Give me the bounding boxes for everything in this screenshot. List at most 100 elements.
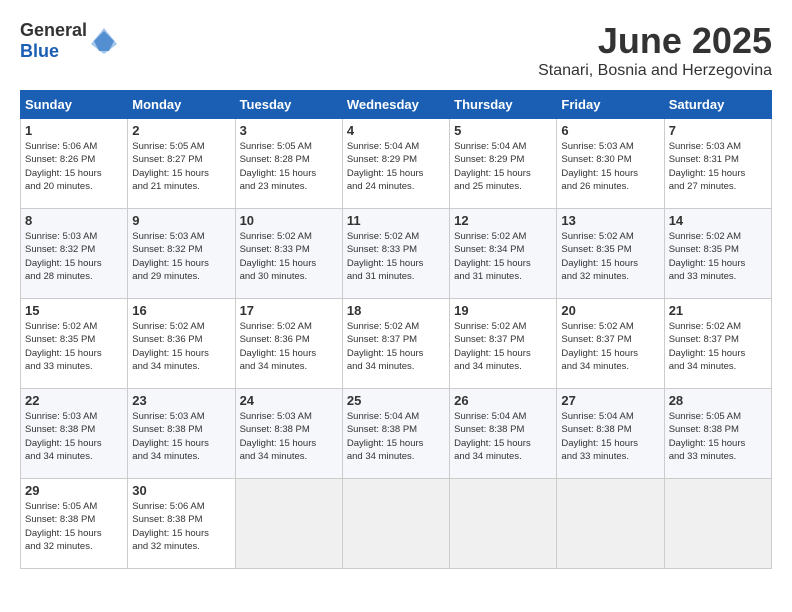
table-row: 27 Sunrise: 5:04 AM Sunset: 8:38 PM Dayl… xyxy=(557,389,664,479)
table-row: 20 Sunrise: 5:02 AM Sunset: 8:37 PM Dayl… xyxy=(557,299,664,389)
day-info: Sunrise: 5:05 AM Sunset: 8:38 PM Dayligh… xyxy=(25,500,123,553)
table-row: 22 Sunrise: 5:03 AM Sunset: 8:38 PM Dayl… xyxy=(21,389,128,479)
day-info: Sunrise: 5:04 AM Sunset: 8:29 PM Dayligh… xyxy=(454,140,552,193)
day-info: Sunrise: 5:02 AM Sunset: 8:34 PM Dayligh… xyxy=(454,230,552,283)
day-number: 24 xyxy=(240,393,338,408)
day-info: Sunrise: 5:02 AM Sunset: 8:36 PM Dayligh… xyxy=(132,320,230,373)
day-info: Sunrise: 5:04 AM Sunset: 8:38 PM Dayligh… xyxy=(561,410,659,463)
table-row: 29 Sunrise: 5:05 AM Sunset: 8:38 PM Dayl… xyxy=(21,479,128,569)
table-row xyxy=(342,479,449,569)
table-row: 6 Sunrise: 5:03 AM Sunset: 8:30 PM Dayli… xyxy=(557,119,664,209)
header-row: Sunday Monday Tuesday Wednesday Thursday… xyxy=(21,91,772,119)
col-thursday: Thursday xyxy=(450,91,557,119)
day-info: Sunrise: 5:02 AM Sunset: 8:37 PM Dayligh… xyxy=(347,320,445,373)
day-info: Sunrise: 5:04 AM Sunset: 8:29 PM Dayligh… xyxy=(347,140,445,193)
day-number: 22 xyxy=(25,393,123,408)
table-row: 18 Sunrise: 5:02 AM Sunset: 8:37 PM Dayl… xyxy=(342,299,449,389)
day-number: 15 xyxy=(25,303,123,318)
title-section: June 2025 Stanari, Bosnia and Herzegovin… xyxy=(538,20,772,80)
day-info: Sunrise: 5:03 AM Sunset: 8:32 PM Dayligh… xyxy=(25,230,123,283)
table-row: 26 Sunrise: 5:04 AM Sunset: 8:38 PM Dayl… xyxy=(450,389,557,479)
table-row: 5 Sunrise: 5:04 AM Sunset: 8:29 PM Dayli… xyxy=(450,119,557,209)
day-info: Sunrise: 5:05 AM Sunset: 8:27 PM Dayligh… xyxy=(132,140,230,193)
table-row: 1 Sunrise: 5:06 AM Sunset: 8:26 PM Dayli… xyxy=(21,119,128,209)
table-row: 12 Sunrise: 5:02 AM Sunset: 8:34 PM Dayl… xyxy=(450,209,557,299)
day-info: Sunrise: 5:02 AM Sunset: 8:33 PM Dayligh… xyxy=(347,230,445,283)
day-number: 21 xyxy=(669,303,767,318)
table-row: 8 Sunrise: 5:03 AM Sunset: 8:32 PM Dayli… xyxy=(21,209,128,299)
table-row: 2 Sunrise: 5:05 AM Sunset: 8:27 PM Dayli… xyxy=(128,119,235,209)
logo-text: General Blue xyxy=(20,20,87,62)
table-row: 24 Sunrise: 5:03 AM Sunset: 8:38 PM Dayl… xyxy=(235,389,342,479)
logo-blue: Blue xyxy=(20,41,59,61)
table-row: 25 Sunrise: 5:04 AM Sunset: 8:38 PM Dayl… xyxy=(342,389,449,479)
day-number: 10 xyxy=(240,213,338,228)
table-row xyxy=(557,479,664,569)
col-friday: Friday xyxy=(557,91,664,119)
table-row: 19 Sunrise: 5:02 AM Sunset: 8:37 PM Dayl… xyxy=(450,299,557,389)
day-number: 14 xyxy=(669,213,767,228)
day-info: Sunrise: 5:05 AM Sunset: 8:38 PM Dayligh… xyxy=(669,410,767,463)
col-wednesday: Wednesday xyxy=(342,91,449,119)
calendar-row: 15 Sunrise: 5:02 AM Sunset: 8:35 PM Dayl… xyxy=(21,299,772,389)
day-info: Sunrise: 5:03 AM Sunset: 8:38 PM Dayligh… xyxy=(25,410,123,463)
day-number: 5 xyxy=(454,123,552,138)
table-row xyxy=(450,479,557,569)
day-number: 4 xyxy=(347,123,445,138)
logo-icon xyxy=(89,26,119,56)
table-row: 7 Sunrise: 5:03 AM Sunset: 8:31 PM Dayli… xyxy=(664,119,771,209)
day-number: 7 xyxy=(669,123,767,138)
table-row xyxy=(664,479,771,569)
logo-general: General xyxy=(20,20,87,40)
day-number: 29 xyxy=(25,483,123,498)
day-info: Sunrise: 5:03 AM Sunset: 8:38 PM Dayligh… xyxy=(132,410,230,463)
day-info: Sunrise: 5:05 AM Sunset: 8:28 PM Dayligh… xyxy=(240,140,338,193)
table-row: 14 Sunrise: 5:02 AM Sunset: 8:35 PM Dayl… xyxy=(664,209,771,299)
day-number: 8 xyxy=(25,213,123,228)
day-number: 13 xyxy=(561,213,659,228)
day-number: 1 xyxy=(25,123,123,138)
logo: General Blue xyxy=(20,20,119,62)
table-row: 16 Sunrise: 5:02 AM Sunset: 8:36 PM Dayl… xyxy=(128,299,235,389)
table-row: 17 Sunrise: 5:02 AM Sunset: 8:36 PM Dayl… xyxy=(235,299,342,389)
day-number: 12 xyxy=(454,213,552,228)
day-info: Sunrise: 5:02 AM Sunset: 8:37 PM Dayligh… xyxy=(561,320,659,373)
col-monday: Monday xyxy=(128,91,235,119)
day-number: 25 xyxy=(347,393,445,408)
table-row: 15 Sunrise: 5:02 AM Sunset: 8:35 PM Dayl… xyxy=(21,299,128,389)
table-row: 21 Sunrise: 5:02 AM Sunset: 8:37 PM Dayl… xyxy=(664,299,771,389)
calendar-subtitle: Stanari, Bosnia and Herzegovina xyxy=(538,62,772,80)
calendar-table: Sunday Monday Tuesday Wednesday Thursday… xyxy=(20,90,772,569)
table-row: 13 Sunrise: 5:02 AM Sunset: 8:35 PM Dayl… xyxy=(557,209,664,299)
day-info: Sunrise: 5:02 AM Sunset: 8:35 PM Dayligh… xyxy=(561,230,659,283)
day-info: Sunrise: 5:03 AM Sunset: 8:30 PM Dayligh… xyxy=(561,140,659,193)
col-saturday: Saturday xyxy=(664,91,771,119)
day-info: Sunrise: 5:03 AM Sunset: 8:38 PM Dayligh… xyxy=(240,410,338,463)
day-number: 26 xyxy=(454,393,552,408)
day-number: 18 xyxy=(347,303,445,318)
day-number: 28 xyxy=(669,393,767,408)
table-row: 10 Sunrise: 5:02 AM Sunset: 8:33 PM Dayl… xyxy=(235,209,342,299)
day-info: Sunrise: 5:06 AM Sunset: 8:38 PM Dayligh… xyxy=(132,500,230,553)
calendar-row: 22 Sunrise: 5:03 AM Sunset: 8:38 PM Dayl… xyxy=(21,389,772,479)
table-row: 30 Sunrise: 5:06 AM Sunset: 8:38 PM Dayl… xyxy=(128,479,235,569)
day-info: Sunrise: 5:02 AM Sunset: 8:33 PM Dayligh… xyxy=(240,230,338,283)
col-sunday: Sunday xyxy=(21,91,128,119)
day-number: 16 xyxy=(132,303,230,318)
day-number: 23 xyxy=(132,393,230,408)
day-number: 3 xyxy=(240,123,338,138)
day-info: Sunrise: 5:02 AM Sunset: 8:36 PM Dayligh… xyxy=(240,320,338,373)
day-number: 2 xyxy=(132,123,230,138)
day-info: Sunrise: 5:03 AM Sunset: 8:31 PM Dayligh… xyxy=(669,140,767,193)
table-row: 4 Sunrise: 5:04 AM Sunset: 8:29 PM Dayli… xyxy=(342,119,449,209)
table-row: 11 Sunrise: 5:02 AM Sunset: 8:33 PM Dayl… xyxy=(342,209,449,299)
day-number: 6 xyxy=(561,123,659,138)
day-info: Sunrise: 5:03 AM Sunset: 8:32 PM Dayligh… xyxy=(132,230,230,283)
day-info: Sunrise: 5:04 AM Sunset: 8:38 PM Dayligh… xyxy=(454,410,552,463)
table-row: 28 Sunrise: 5:05 AM Sunset: 8:38 PM Dayl… xyxy=(664,389,771,479)
calendar-row: 1 Sunrise: 5:06 AM Sunset: 8:26 PM Dayli… xyxy=(21,119,772,209)
calendar-title: June 2025 xyxy=(538,20,772,62)
day-number: 11 xyxy=(347,213,445,228)
table-row xyxy=(235,479,342,569)
table-row: 9 Sunrise: 5:03 AM Sunset: 8:32 PM Dayli… xyxy=(128,209,235,299)
